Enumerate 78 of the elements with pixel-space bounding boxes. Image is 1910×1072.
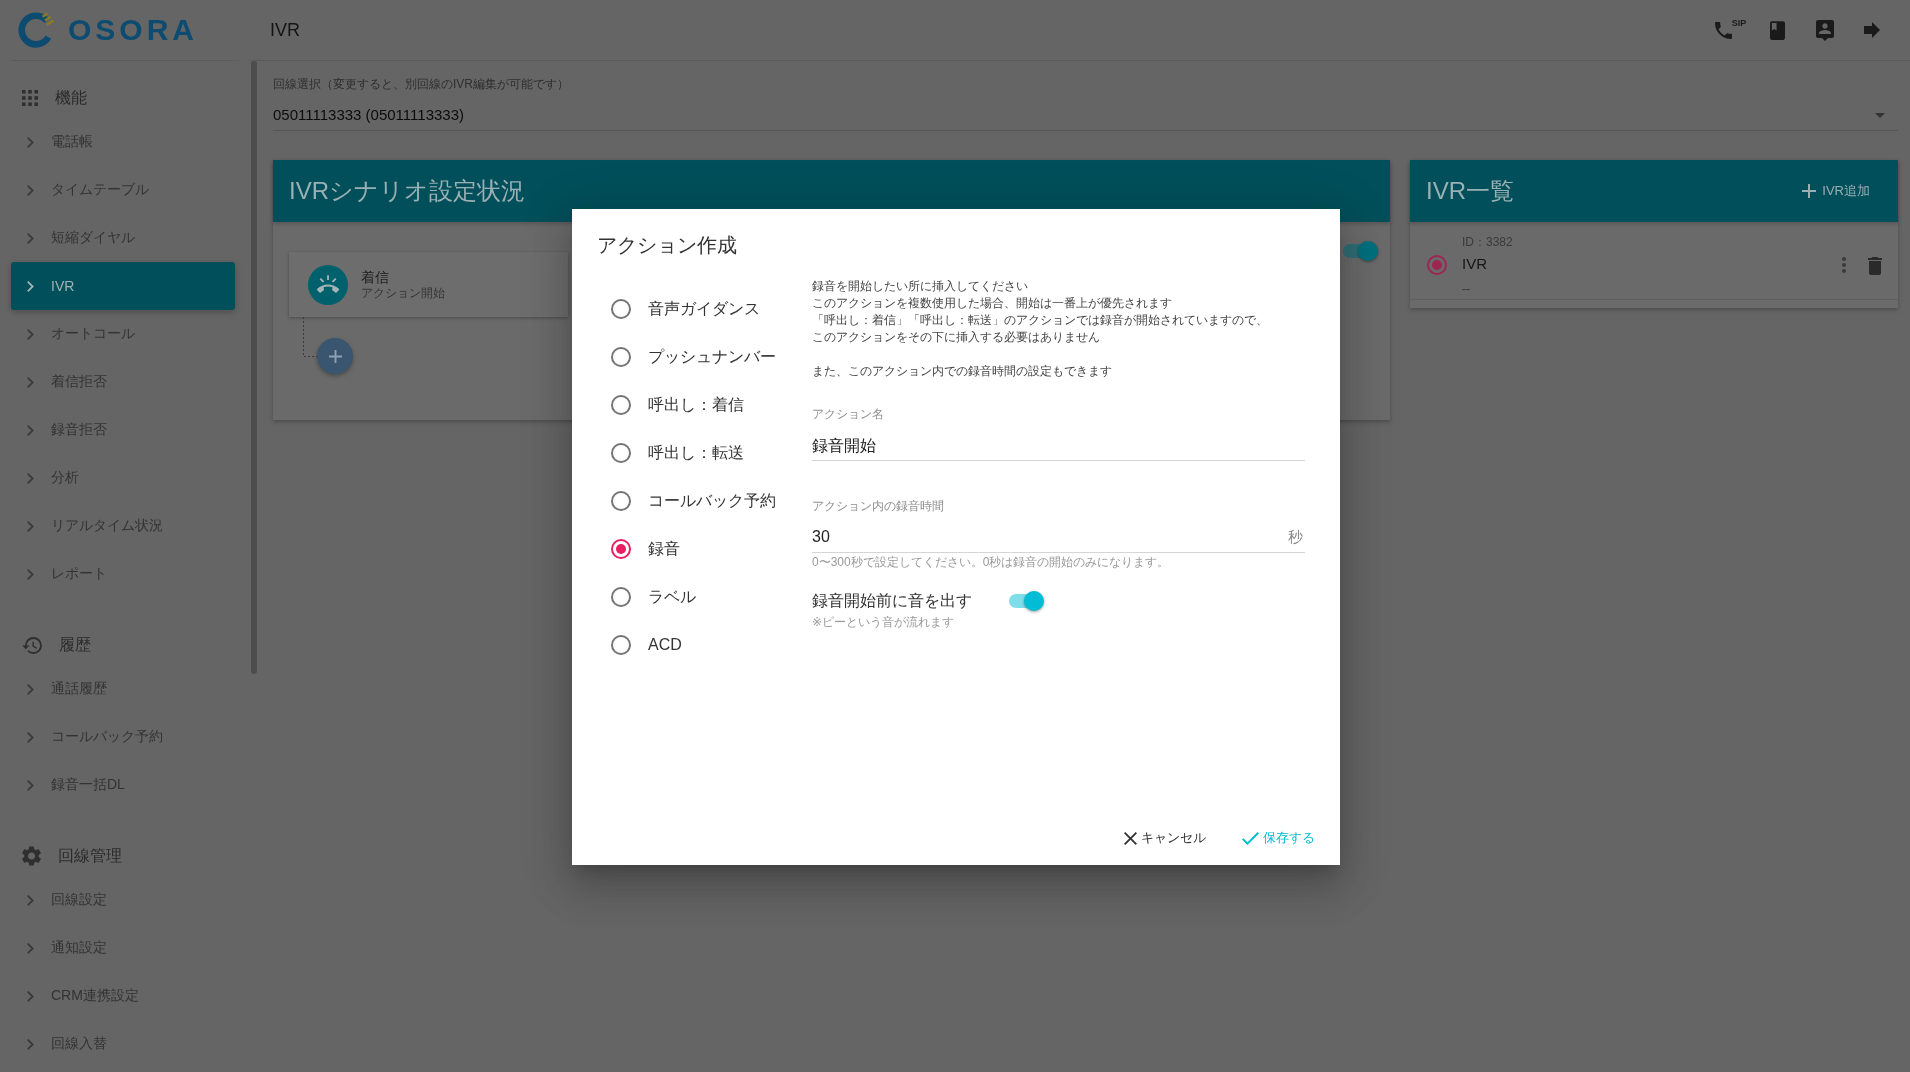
page-title: IVR [270,19,300,41]
book-icon[interactable] [1770,20,1785,40]
toggle-switch[interactable] [1342,241,1378,261]
check-icon [1242,831,1259,845]
description-text: また、このアクション内での録音時間の設定もできます [812,363,1112,380]
panel-title: IVR一覧 [1426,176,1514,206]
toggle-switch[interactable] [1008,591,1044,611]
chevron-right-icon [27,328,34,340]
grid-icon [22,90,38,106]
radio-label[interactable]: 録音 [648,538,680,560]
text-field[interactable]: アクション名 録音開始 [812,407,1305,461]
save-button[interactable]: 保存する [1234,820,1323,856]
ivr-description: -- [1462,281,1471,297]
arrow-right-icon[interactable] [1863,22,1880,38]
field-hint: 0〜300秒で設定してください。0秒は録音の開始のみになります。 [812,555,1170,570]
radio-button[interactable] [611,587,631,607]
dialog-title: アクション作成 [597,233,737,258]
phone-ring-icon [308,264,348,305]
radio-button[interactable] [611,539,631,559]
toggle-hint: ※ピーという音が流れます [812,615,955,630]
radio-button[interactable] [611,347,631,367]
chevron-right-icon [27,894,34,906]
caret-down-icon [1875,112,1885,118]
scrollbar-thumb[interactable] [251,61,257,674]
cancel-button[interactable]: キャンセル [1116,820,1214,856]
history-icon [22,636,42,654]
chevron-right-icon [27,990,34,1002]
logo-text: OSORA [68,15,198,45]
toggle-label: 録音開始前に音を出す [812,590,972,611]
add-action-button[interactable] [317,338,353,374]
menu-section-title: 機能 [55,87,87,108]
settings-icon [22,846,41,866]
chevron-right-icon [27,232,34,244]
radio-button[interactable] [1427,255,1447,275]
plus-icon [328,349,342,363]
close-icon [1124,831,1137,845]
trash-icon[interactable] [1868,257,1882,275]
logo-icon [17,11,55,49]
radio-label[interactable]: 呼出し：転送 [648,442,744,464]
sip-phone-button[interactable]: SIP [1714,21,1747,39]
more-icon[interactable] [1842,257,1846,273]
phone-icon [1714,21,1732,39]
chevron-right-icon [27,779,34,791]
radio-label[interactable]: 呼出し：着信 [648,394,744,416]
chevron-right-icon [27,942,34,954]
connector-line [303,317,317,357]
chevron-right-icon [27,731,34,743]
radio-button[interactable] [611,443,631,463]
chevron-right-icon [27,424,34,436]
chevron-right-icon [27,568,34,580]
chevron-right-icon [27,136,34,148]
chevron-right-icon [27,1038,34,1050]
panel-title: IVRシナリオ設定状況 [289,176,525,206]
menu-section-title: 回線管理 [58,845,122,866]
radio-label[interactable]: ACD [648,636,682,654]
person-pin-icon[interactable] [1815,19,1834,41]
chevron-right-icon [27,472,34,484]
radio-label[interactable]: コールバック予約 [648,490,776,512]
chevron-right-icon [27,683,34,695]
chevron-right-icon [27,280,34,292]
radio-button[interactable] [611,491,631,511]
radio-label[interactable]: ラベル [648,586,696,608]
chevron-right-icon [27,376,34,388]
description-text: 録音を開始したい所に挿入してください このアクションを複数使用した場合、開始は一番上が優先されます 「呼出し：着信」「呼出し：転送」のアクションでは録音が開始されていますので、 このアクションをその下に挿入する必要はありません [812,278,1268,346]
radio-label[interactable]: プッシュナンバー [648,346,776,368]
radio-button[interactable] [611,299,631,319]
ivr-name[interactable]: IVR [1462,253,1513,275]
sidebar-item[interactable]: IVR [11,262,235,310]
radio-button[interactable] [611,395,631,415]
plus-icon [1802,184,1817,198]
chevron-right-icon [27,520,34,532]
radio-label[interactable]: 音声ガイダンス [648,298,760,320]
radio-button[interactable] [611,635,631,655]
node-title: 着信 [361,268,390,286]
chevron-right-icon [27,184,34,196]
number-field[interactable]: アクション内の録音時間 30 秒 [812,499,1305,553]
menu-section-title: 履歴 [59,634,91,655]
add-ivr-button[interactable]: IVR追加 [1802,182,1870,200]
